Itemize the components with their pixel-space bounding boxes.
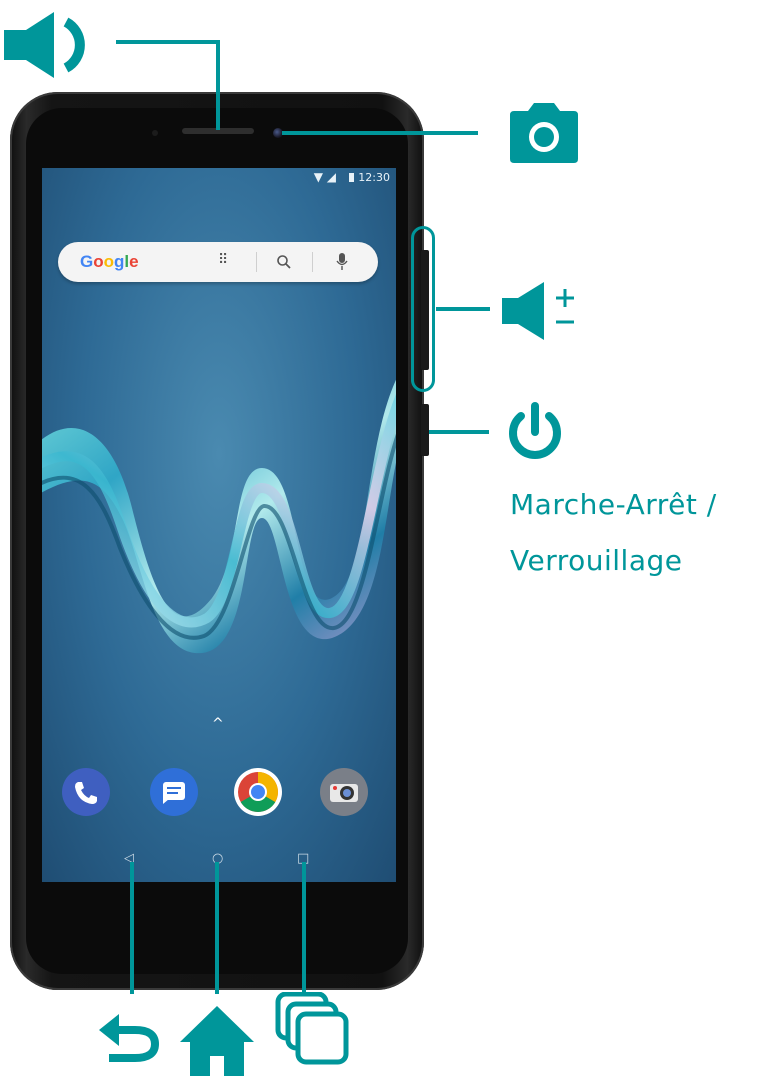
- status-bar: ▼ ◢ 12:30: [42, 168, 396, 188]
- home-callout-line: [215, 862, 219, 994]
- back-callout-line: [130, 862, 134, 994]
- google-search-bar[interactable]: Google ⠿: [58, 242, 378, 282]
- battery-icon: [349, 173, 354, 182]
- camera-callout-line: [282, 131, 478, 135]
- chrome-app-icon[interactable]: [234, 768, 282, 816]
- speaker-icon: [4, 12, 85, 78]
- app-drawer-caret-icon[interactable]: ^: [212, 716, 224, 732]
- power-button[interactable]: [421, 404, 429, 456]
- power-label-line1: Marche-Arrêt /: [510, 488, 717, 521]
- signal-icon: ▼ ◢: [313, 170, 336, 184]
- messages-app-icon[interactable]: [150, 768, 198, 816]
- power-callout-line: [429, 430, 489, 434]
- google-logo: Google: [80, 252, 139, 271]
- search-divider: [256, 252, 257, 272]
- speaker-callout-line: [216, 40, 220, 130]
- microphone-icon[interactable]: [336, 252, 348, 272]
- proximity-sensor: [152, 130, 158, 136]
- volume-callout-line: [436, 307, 490, 311]
- camera-app-icon[interactable]: [320, 768, 368, 816]
- volume-plus-minus-icon: [502, 282, 574, 340]
- power-label-line2: Verrouillage: [510, 544, 683, 577]
- back-arrow-icon: [99, 1014, 160, 1062]
- phone-screen: ▼ ◢ 12:30 Google ⠿ ^ ◁ ○ □: [42, 168, 396, 882]
- power-icon: [509, 402, 561, 459]
- recent-apps-icon: [275, 992, 349, 1065]
- search-divider: [312, 252, 313, 272]
- search-icon[interactable]: [276, 254, 292, 270]
- apps-grid-icon[interactable]: ⠿: [218, 252, 228, 268]
- home-icon: [180, 1006, 254, 1076]
- volume-highlight: [411, 226, 435, 392]
- recents-callout-line: [302, 862, 306, 994]
- speaker-callout-line: [116, 40, 220, 44]
- phone-app-icon[interactable]: [62, 768, 110, 816]
- status-time: 12:30: [358, 171, 390, 184]
- camera-icon: [510, 103, 578, 163]
- wallpaper-wave: [42, 379, 396, 654]
